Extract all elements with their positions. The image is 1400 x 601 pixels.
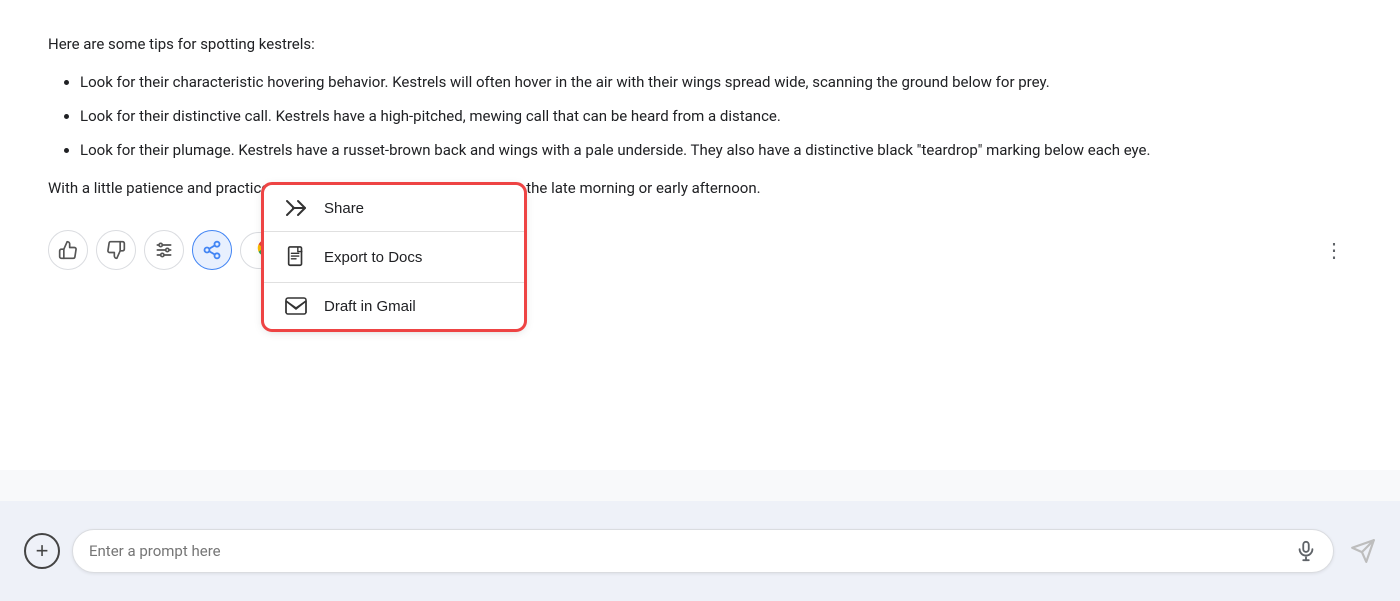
menu-item-export-docs[interactable]: Export to Docs — [264, 232, 524, 282]
add-icon: + — [36, 538, 49, 564]
gmail-icon — [284, 297, 308, 315]
closing-text: With a little patience and practice, you… — [48, 176, 1352, 200]
menu-item-share[interactable]: Share — [264, 185, 524, 231]
prompt-input-wrapper — [72, 529, 1334, 573]
prompt-input[interactable] — [89, 542, 1285, 560]
more-options-button[interactable]: ⋮ — [1316, 234, 1352, 267]
bullet-item-1: Look for their characteristic hovering b… — [80, 70, 1352, 94]
thumbs-up-button[interactable] — [48, 230, 88, 270]
context-menu: Share Export to Docs — [264, 185, 524, 329]
bullet-item-3: Look for their plumage. Kestrels have a … — [80, 138, 1352, 162]
action-bar: Google it ⋮ — [48, 220, 1352, 280]
adjust-button[interactable] — [144, 230, 184, 270]
send-button[interactable] — [1350, 538, 1376, 564]
intro-text: Here are some tips for spotting kestrels… — [48, 32, 1352, 56]
add-button[interactable]: + — [24, 533, 60, 569]
more-icon: ⋮ — [1324, 240, 1344, 262]
bottom-bar: + — [0, 501, 1400, 601]
bullet-list: Look for their characteristic hovering b… — [48, 70, 1352, 162]
share-icon — [284, 199, 308, 217]
docs-icon — [284, 246, 308, 268]
microphone-button[interactable] — [1295, 540, 1317, 562]
bullet-item-2: Look for their distinctive call. Kestrel… — [80, 104, 1352, 128]
share-button[interactable] — [192, 230, 232, 270]
menu-export-docs-label: Export to Docs — [324, 249, 422, 266]
main-content: Here are some tips for spotting kestrels… — [0, 0, 1400, 470]
menu-draft-gmail-label: Draft in Gmail — [324, 298, 416, 315]
thumbs-down-button[interactable] — [96, 230, 136, 270]
menu-item-draft-gmail[interactable]: Draft in Gmail — [264, 283, 524, 329]
menu-share-label: Share — [324, 200, 364, 217]
